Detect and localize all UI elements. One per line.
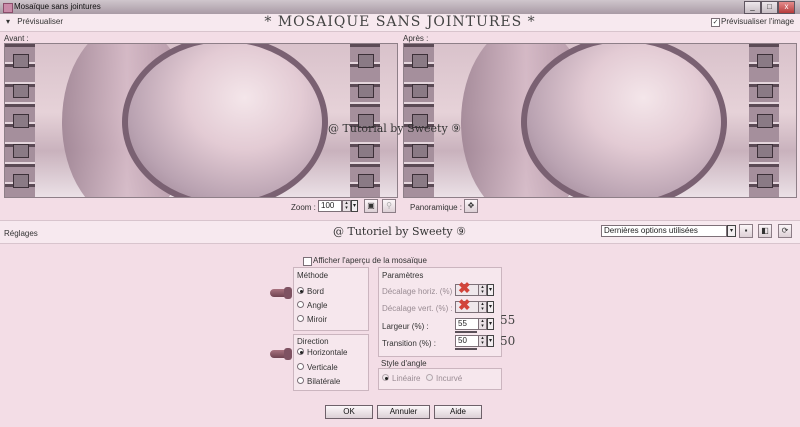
vert-offset-spinner[interactable]: ▴ ▾	[478, 301, 487, 313]
before-preview[interactable]	[4, 43, 398, 198]
maximize-button[interactable]: □	[761, 1, 778, 14]
direction-bilateral-radio[interactable]	[297, 377, 304, 384]
corner-curved-radio[interactable]	[426, 374, 433, 381]
method-miroir-label: Miroir	[307, 315, 327, 324]
reset-button[interactable]: ⟳	[778, 224, 792, 238]
zoom-label: Zoom :	[291, 203, 316, 212]
window-title-bar: Mosaïque sans jointures _ □ x	[0, 0, 800, 15]
show-overview-checkbox[interactable]	[303, 257, 312, 266]
zoom-spinner[interactable]: ▴ ▾	[342, 200, 351, 212]
save-preset-button[interactable]: ▪	[739, 224, 753, 238]
save-icon: ▪	[744, 226, 748, 235]
width-annotation: 55	[500, 313, 516, 327]
width-dropdown[interactable]: ▾	[487, 318, 494, 330]
transition-dropdown[interactable]: ▾	[487, 335, 494, 347]
panoramic-label: Panoramique :	[410, 203, 463, 212]
presets-dropdown-arrow[interactable]: ▾	[727, 225, 736, 237]
before-label: Avant :	[4, 34, 29, 43]
film-strip	[350, 44, 380, 197]
method-bord-radio[interactable]	[297, 287, 304, 294]
manage-presets-button[interactable]: ◧	[758, 224, 772, 238]
lens-shape	[521, 44, 727, 197]
app-icon	[3, 3, 13, 13]
preview-watermark: @ Tutorial by Sweety ⑨	[328, 122, 462, 135]
transition-label: Transition (%) :	[382, 339, 436, 348]
method-miroir-radio[interactable]	[297, 315, 304, 322]
minimize-button[interactable]: _	[744, 1, 761, 14]
show-overview-label: Afficher l'aperçu de la mosaïque	[313, 256, 427, 265]
close-button[interactable]: x	[778, 1, 795, 14]
fit-window-icon: ▣	[367, 201, 375, 210]
vert-offset-label: Décalage vert. (%) :	[382, 304, 453, 313]
preview-header: ▾ Prévisualiser * MOSAIQUE SANS JOINTURE…	[0, 14, 800, 32]
preview-image	[404, 44, 796, 197]
pointing-hand-icon	[270, 348, 292, 360]
corner-linear-label: Linéaire	[392, 374, 421, 383]
corner-curved-label: Incurvé	[436, 374, 463, 383]
window-title: Mosaïque sans jointures	[14, 2, 101, 11]
direction-horizontal-label: Horizontale	[307, 348, 348, 357]
transition-annotation: 50	[500, 334, 516, 348]
presets-icon: ◧	[761, 226, 769, 235]
transition-input[interactable]: 50	[455, 335, 479, 347]
width-input[interactable]: 55	[455, 318, 479, 330]
lens-shape	[122, 44, 328, 197]
pan-button[interactable]: ✥	[464, 199, 478, 213]
preview-image-label: Prévisualiser l'image	[721, 17, 795, 26]
transition-slider[interactable]	[455, 348, 477, 350]
method-angle-radio[interactable]	[297, 301, 304, 308]
film-strip	[404, 44, 434, 197]
corner-linear-radio[interactable]	[382, 374, 389, 381]
settings-title: Réglages	[4, 229, 38, 238]
direction-bilateral-label: Bilatérale	[307, 377, 341, 386]
zoom-dropdown[interactable]: ▾	[351, 200, 358, 212]
move-icon: ✥	[467, 201, 475, 210]
width-spinner[interactable]: ▴ ▾	[478, 318, 487, 330]
preview-image-checkbox[interactable]: ✓	[711, 18, 720, 27]
reset-icon: ⟳	[781, 226, 789, 235]
direction-vertical-label: Verticale	[307, 363, 338, 372]
direction-group-label: Direction	[297, 337, 329, 346]
direction-vertical-radio[interactable]	[297, 363, 304, 370]
cross-mark-icon: ✖	[458, 297, 471, 314]
after-preview[interactable]	[403, 43, 797, 198]
corner-style-label: Style d'angle	[381, 359, 427, 368]
settings-watermark: @ Tutoriel by Sweety ⑨	[333, 225, 466, 238]
zoom-input[interactable]: 100	[318, 200, 342, 212]
width-slider[interactable]	[455, 331, 477, 333]
horiz-offset-dropdown[interactable]: ▾	[487, 284, 494, 296]
transition-spinner[interactable]: ▴ ▾	[478, 335, 487, 347]
cancel-button[interactable]: Annuler	[377, 405, 430, 419]
zoom-fit-button[interactable]: ▣	[364, 199, 378, 213]
vert-offset-dropdown[interactable]: ▾	[487, 301, 494, 313]
direction-horizontal-radio[interactable]	[297, 348, 304, 355]
pointing-hand-icon	[270, 287, 292, 299]
parameters-group-label: Paramètres	[382, 271, 424, 280]
method-bord-label: Bord	[307, 287, 324, 296]
film-strip	[5, 44, 35, 197]
horiz-offset-spinner[interactable]: ▴ ▾	[478, 284, 487, 296]
presets-dropdown[interactable]: Dernières options utilisées	[601, 225, 727, 237]
width-label: Largeur (%) :	[382, 322, 429, 331]
horiz-offset-label: Décalage horiz. (%) :	[382, 287, 457, 296]
after-label: Après :	[403, 34, 429, 43]
method-angle-label: Angle	[307, 301, 328, 310]
zoom-magnifier-button[interactable]: ⚲	[382, 199, 396, 213]
cross-mark-icon: ✖	[458, 280, 471, 297]
method-group-label: Méthode	[297, 271, 329, 280]
film-strip	[749, 44, 779, 197]
magnifier-icon: ⚲	[386, 201, 392, 210]
plugin-title: * MOSAIQUE SANS JOINTURES *	[264, 14, 536, 30]
help-button[interactable]: Aide	[434, 405, 482, 419]
ok-button[interactable]: OK	[325, 405, 373, 419]
preview-image	[5, 44, 397, 197]
